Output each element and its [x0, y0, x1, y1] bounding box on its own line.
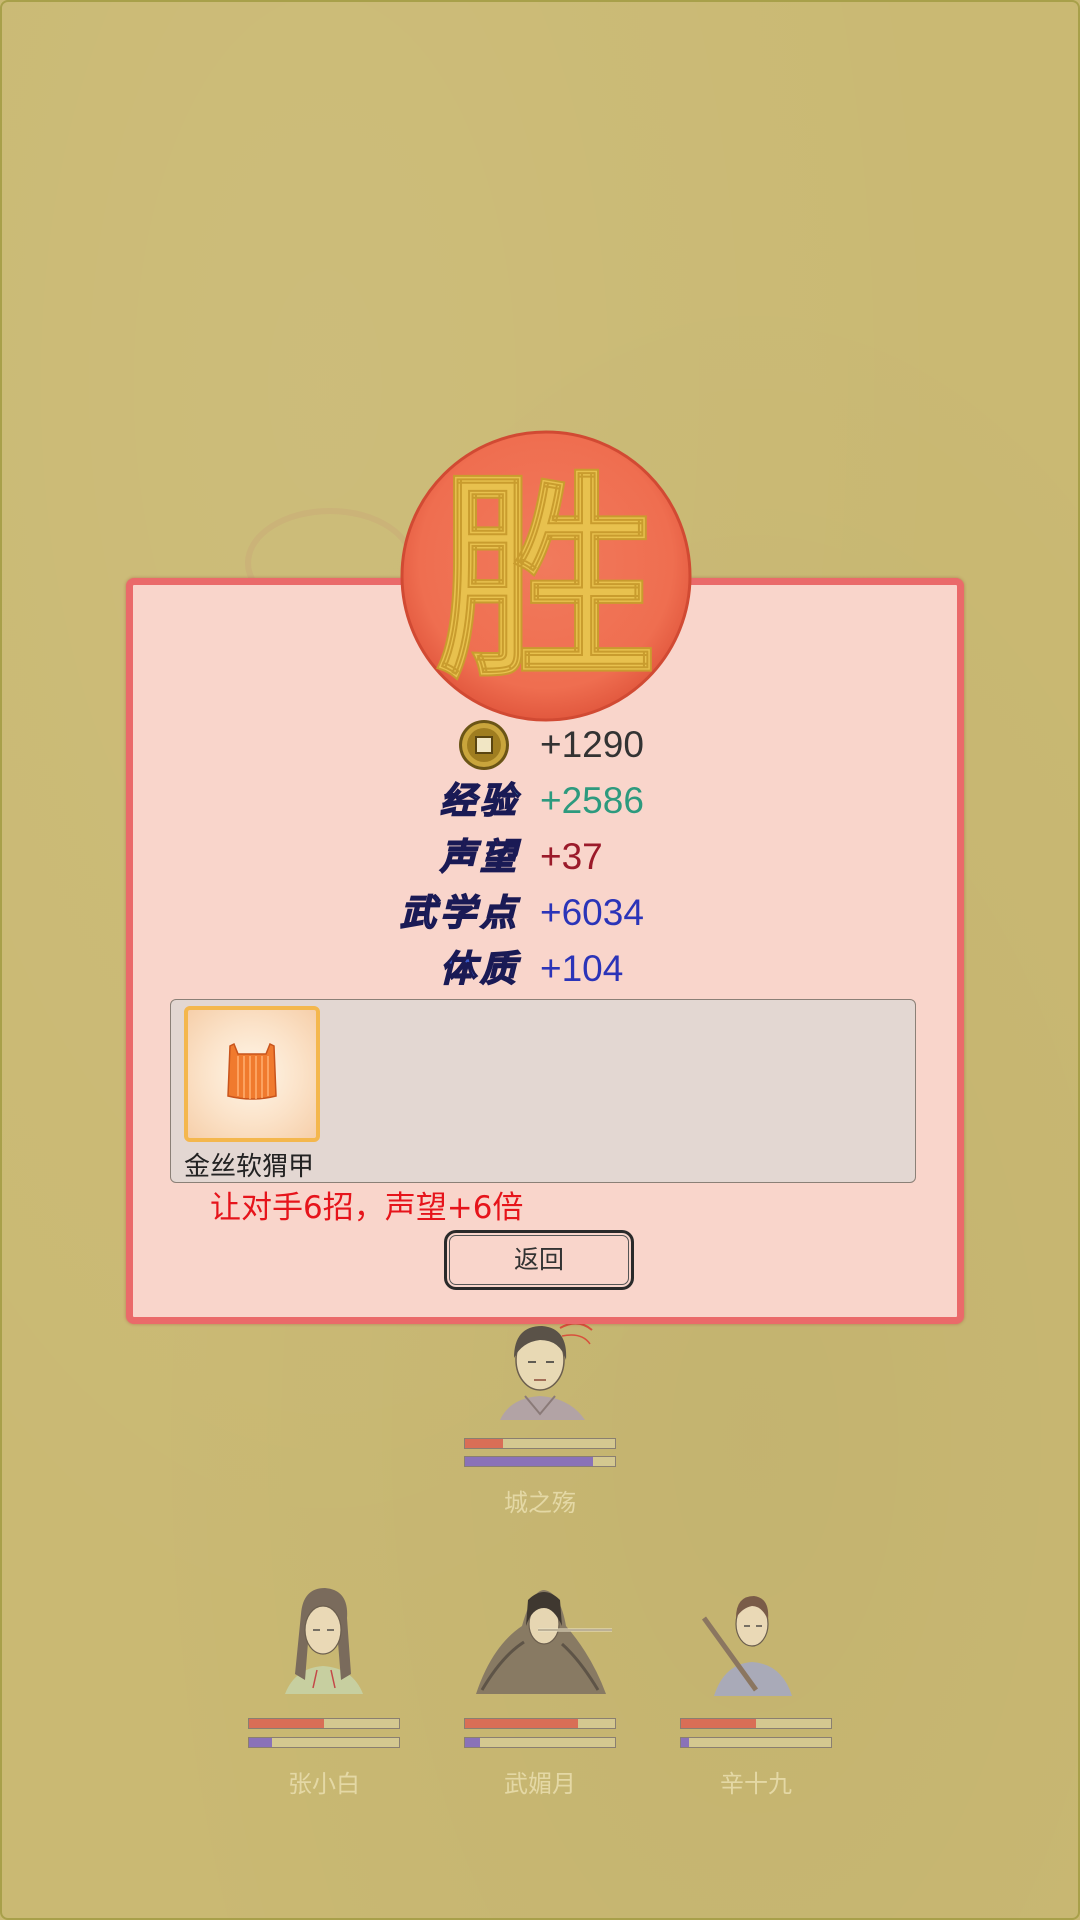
enemy-mp-fill — [465, 1457, 593, 1466]
reward-martial-value: +6034 — [540, 892, 644, 933]
party-1-mp-fill — [249, 1738, 272, 1747]
party-1-name: 张小白 — [288, 1770, 360, 1798]
armor-vest-icon — [227, 1042, 277, 1100]
reward-coins-value: +1290 — [540, 724, 644, 765]
party-portrait-3 — [701, 1596, 792, 1696]
party-portrait-2 — [476, 1590, 612, 1694]
reward-martial-row: 武学点 +6034 — [0, 888, 1080, 938]
enemy-hp-fill — [465, 1439, 503, 1448]
party-2-name: 武媚月 — [504, 1770, 576, 1798]
reward-exp-row: 经验 +2586 — [0, 776, 1080, 826]
reward-exp-label: 经验 — [439, 779, 520, 823]
party-3-hp-fill — [681, 1719, 756, 1728]
enemy-mp-bar — [464, 1456, 616, 1467]
enemy-portrait — [500, 1322, 593, 1420]
reward-coins-row: +1290 — [0, 720, 1080, 770]
reward-constitution-value: +104 — [540, 948, 624, 989]
victory-badge: 胜 — [400, 430, 692, 722]
reward-constitution-label: 体质 — [439, 947, 520, 991]
item-slot[interactable] — [184, 1006, 320, 1142]
bonus-text: 让对手6招，声望+6倍 — [210, 1190, 524, 1226]
reward-exp-value: +2586 — [540, 780, 644, 821]
reward-constitution-row: 体质 +104 — [0, 944, 1080, 994]
reward-reputation-label: 声望 — [439, 835, 520, 879]
item-name: 金丝软猬甲 — [184, 1152, 315, 1182]
party-2-hp-fill — [465, 1719, 578, 1728]
party-2-mp-bar — [464, 1737, 616, 1748]
party-portrait-1 — [285, 1588, 363, 1694]
party-1-hp-bar — [248, 1718, 400, 1729]
party-2-mp-fill — [465, 1738, 480, 1747]
party-3-name: 辛十九 — [720, 1770, 792, 1798]
enemy-name: 城之殇 — [504, 1489, 576, 1517]
reward-reputation-value: +37 — [540, 836, 603, 877]
party-2-hp-bar — [464, 1718, 616, 1729]
victory-char: 胜 — [436, 449, 656, 708]
party-3-mp-bar — [680, 1737, 832, 1748]
party-1-hp-fill — [249, 1719, 324, 1728]
party-3-hp-bar — [680, 1718, 832, 1729]
party-1-mp-bar — [248, 1737, 400, 1748]
reward-martial-label: 武学点 — [399, 891, 520, 935]
reward-reputation-row: 声望 +37 — [0, 832, 1080, 882]
enemy-hp-bar — [464, 1438, 616, 1449]
party-3-mp-fill — [681, 1738, 689, 1747]
back-button[interactable]: 返回 — [444, 1230, 634, 1290]
